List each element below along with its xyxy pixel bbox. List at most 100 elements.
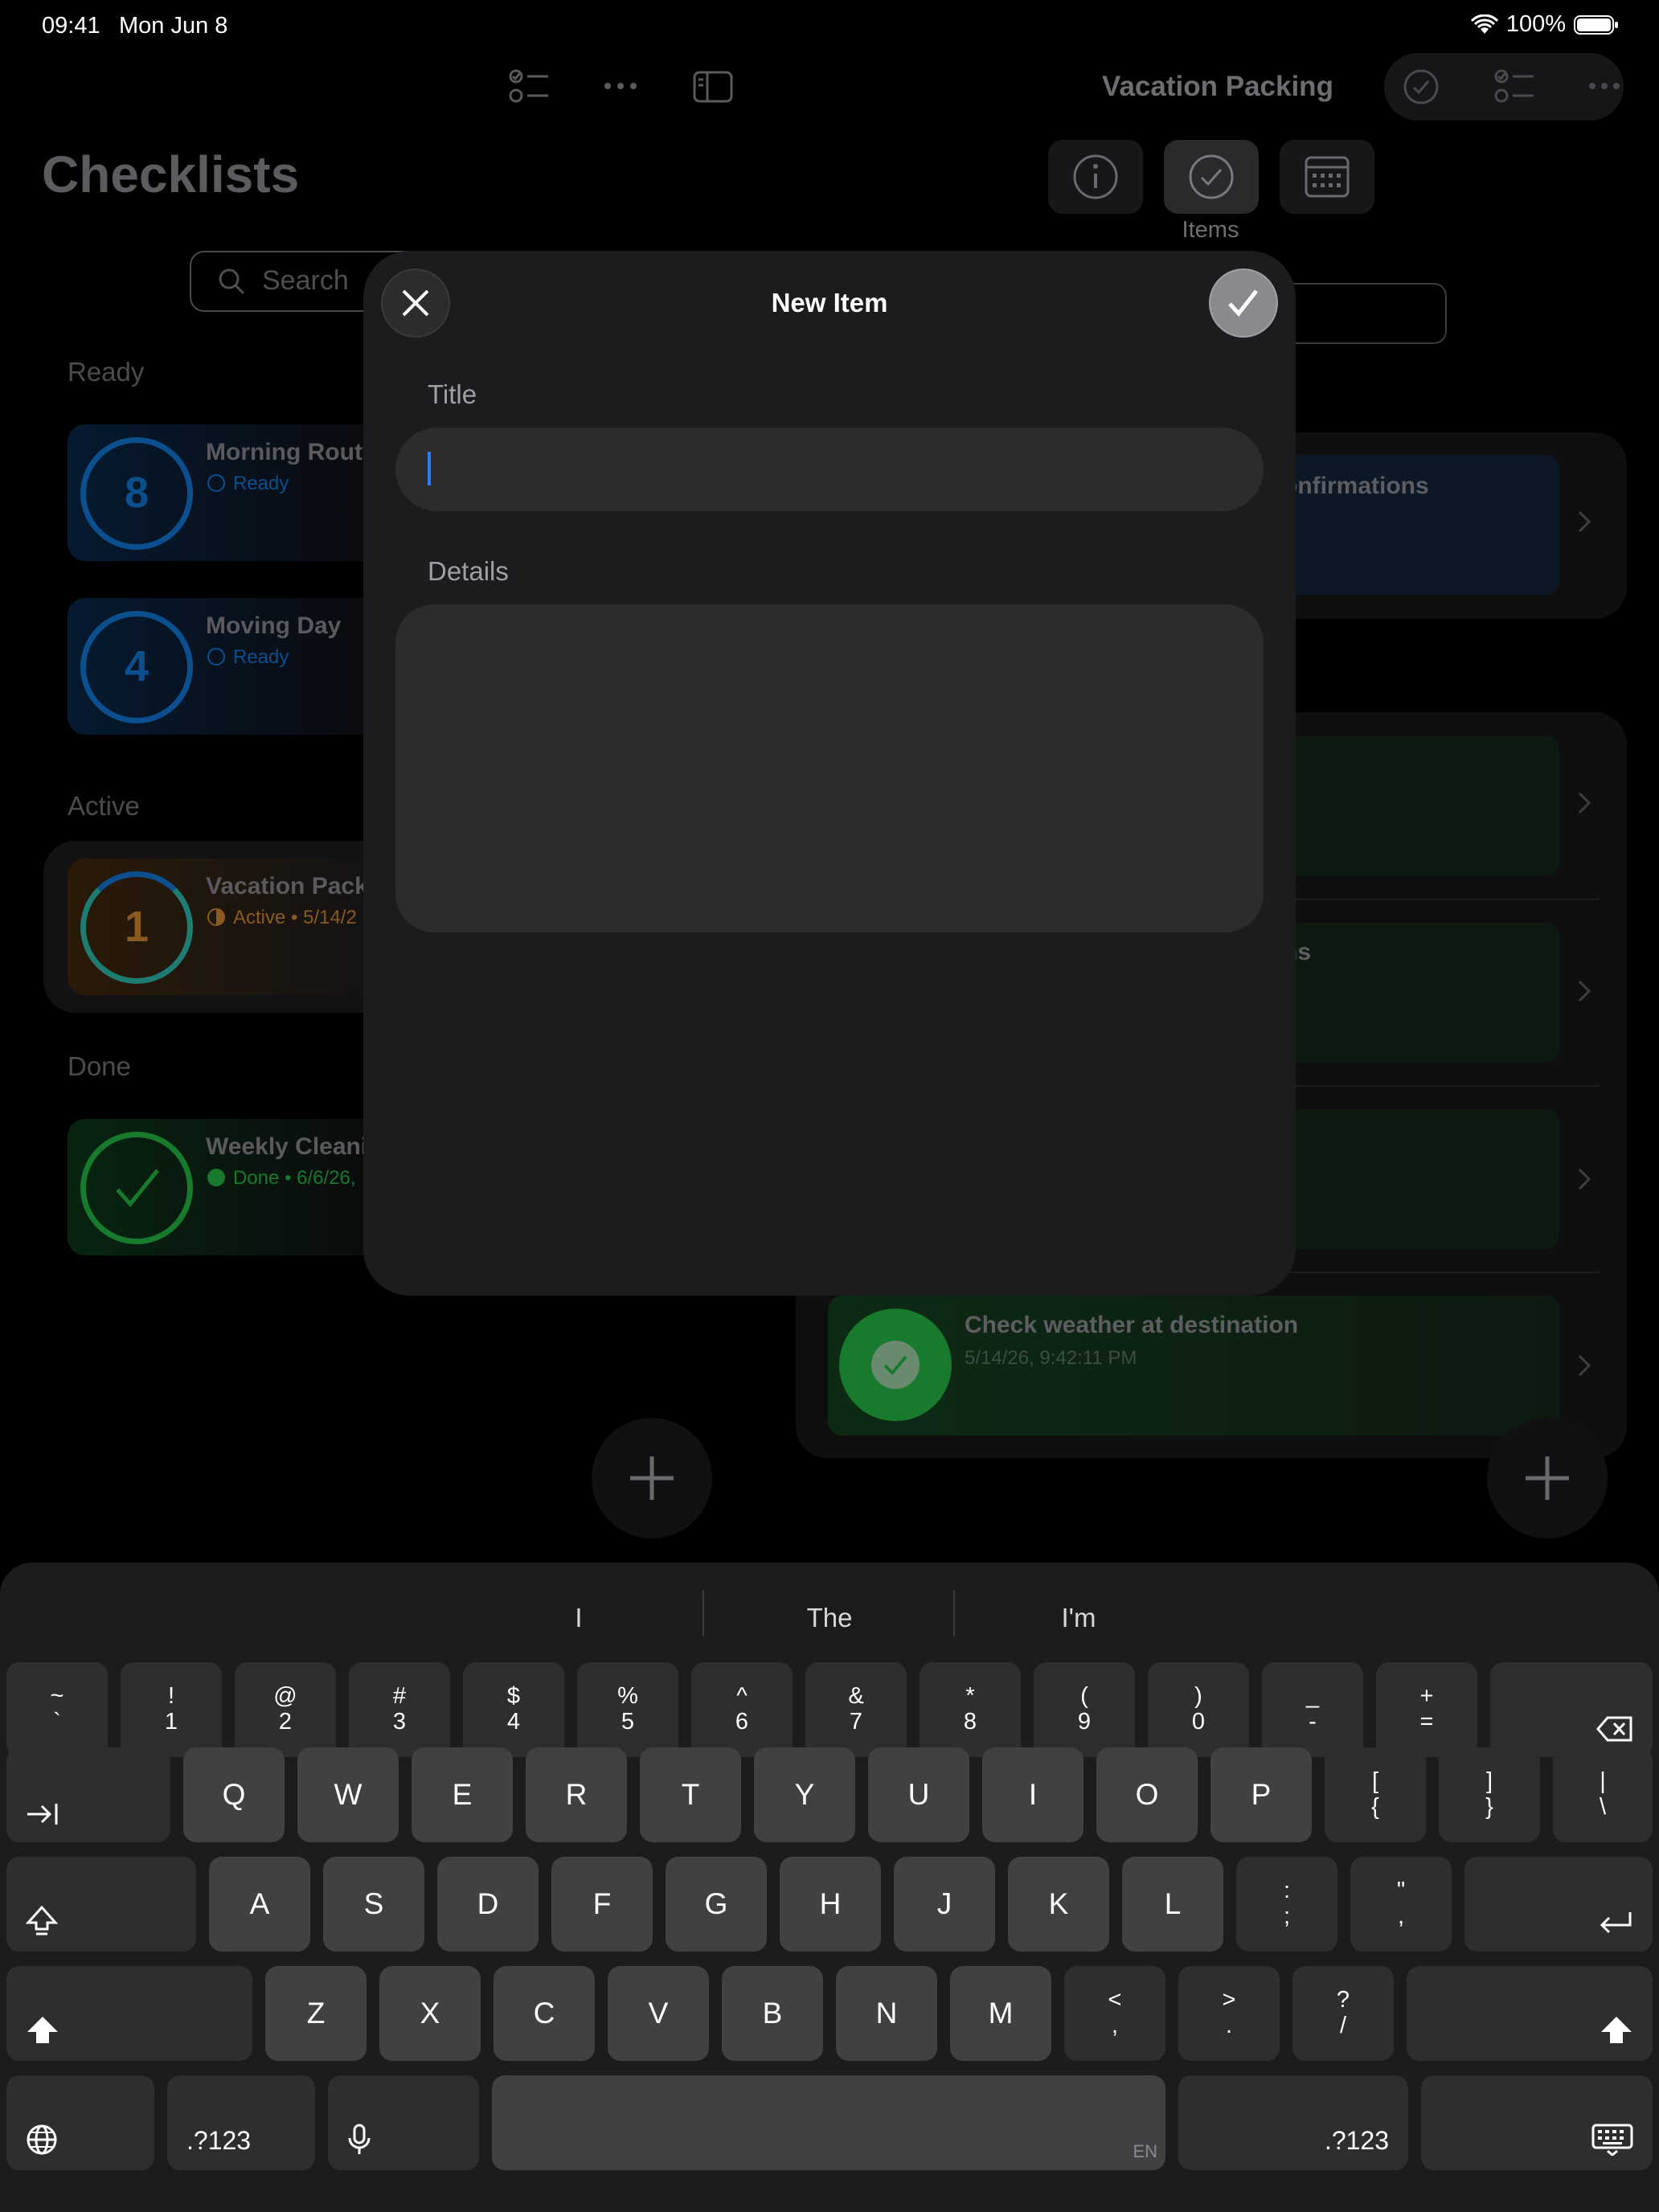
- tab-calendar[interactable]: [1280, 140, 1374, 214]
- key-v[interactable]: V: [608, 1966, 709, 2061]
- key-`[interactable]: ~ `: [6, 1662, 108, 1757]
- key-e[interactable]: E: [412, 1747, 513, 1842]
- space-bar[interactable]: EN: [492, 2075, 1165, 2170]
- key-2[interactable]: @2: [235, 1662, 336, 1757]
- key-l[interactable]: L: [1122, 1857, 1223, 1952]
- key-label: D: [477, 1887, 499, 1920]
- shift-key-right[interactable]: [1407, 1966, 1653, 2061]
- details-field[interactable]: [395, 604, 1264, 932]
- checklist-title: Weekly Cleani: [206, 1133, 368, 1160]
- section-ready: Ready: [68, 357, 145, 387]
- divider: [703, 1590, 704, 1636]
- key-c[interactable]: C: [494, 1966, 595, 2061]
- checkmark-circle-icon[interactable]: [1402, 68, 1440, 106]
- keyboard-hide-icon: [1591, 2124, 1633, 2156]
- checklist-title: Vacation Pack: [206, 873, 368, 899]
- key-punct-0[interactable]: :;: [1236, 1857, 1337, 1952]
- key-a[interactable]: A: [209, 1857, 310, 1952]
- key-p[interactable]: P: [1210, 1747, 1312, 1842]
- key-7[interactable]: & 7: [805, 1662, 907, 1757]
- key-8[interactable]: * 8: [920, 1662, 1021, 1757]
- key-6[interactable]: ^ 6: [691, 1662, 793, 1757]
- plus-icon: [1526, 1456, 1569, 1500]
- key-z[interactable]: Z: [265, 1966, 367, 2061]
- key-f[interactable]: F: [551, 1857, 653, 1952]
- key-bracket-1[interactable]: ]}: [1439, 1747, 1540, 1842]
- numbers-key-left[interactable]: .?123: [167, 2075, 315, 2170]
- suggestion[interactable]: I: [498, 1591, 659, 1645]
- key-=[interactable]: + =: [1376, 1662, 1477, 1757]
- key-q[interactable]: Q: [183, 1747, 285, 1842]
- key-label: J: [936, 1887, 952, 1920]
- dictation-key[interactable]: [328, 2075, 479, 2170]
- key-o[interactable]: O: [1096, 1747, 1198, 1842]
- key-x[interactable]: X: [379, 1966, 481, 2061]
- shift-key-left[interactable]: [6, 1966, 252, 2061]
- key-n[interactable]: N: [836, 1966, 937, 2061]
- key-u[interactable]: U: [868, 1747, 969, 1842]
- key-0[interactable]: ) 0: [1148, 1662, 1249, 1757]
- key--[interactable]: _ -: [1262, 1662, 1363, 1757]
- checklist-icon-right[interactable]: [1493, 68, 1537, 104]
- sidebar-toggle-icon[interactable]: [693, 71, 733, 103]
- title-field[interactable]: [395, 428, 1264, 511]
- add-item-button[interactable]: [1487, 1418, 1608, 1538]
- key-punct-z-1[interactable]: >.: [1178, 1966, 1280, 2061]
- key-label: Z: [306, 1997, 326, 2030]
- key-label: {: [1371, 1794, 1379, 1820]
- key-bracket-0[interactable]: [{: [1325, 1747, 1426, 1842]
- key-4[interactable]: $4: [463, 1662, 564, 1757]
- key-w[interactable]: W: [297, 1747, 399, 1842]
- key-5[interactable]: % 5: [577, 1662, 678, 1757]
- key-t[interactable]: T: [640, 1747, 741, 1842]
- key-label: N: [875, 1997, 898, 2030]
- tab-info[interactable]: [1048, 140, 1143, 214]
- delete-key[interactable]: [1490, 1662, 1653, 1757]
- caps-lock-key[interactable]: [6, 1857, 196, 1952]
- suggestion[interactable]: I'm: [998, 1591, 1159, 1645]
- key-punct-1[interactable]: ",: [1350, 1857, 1452, 1952]
- key-3[interactable]: #3: [349, 1662, 450, 1757]
- tab-items[interactable]: [1164, 140, 1259, 214]
- key-b[interactable]: B: [722, 1966, 823, 2061]
- add-checklist-button[interactable]: [592, 1418, 712, 1538]
- key-s[interactable]: S: [323, 1857, 424, 1952]
- return-icon: [1598, 1910, 1633, 1937]
- tab-key[interactable]: [6, 1747, 170, 1842]
- key-k[interactable]: K: [1008, 1857, 1109, 1952]
- item-count: 8: [124, 469, 150, 517]
- item-count: 4: [124, 642, 150, 690]
- key-m[interactable]: M: [950, 1966, 1051, 2061]
- battery-icon: [1574, 14, 1619, 35]
- suggestion[interactable]: The: [749, 1591, 910, 1645]
- return-key[interactable]: [1464, 1857, 1653, 1952]
- key-j[interactable]: J: [894, 1857, 995, 1952]
- key-i[interactable]: I: [982, 1747, 1083, 1842]
- key-d[interactable]: D: [437, 1857, 539, 1952]
- key-label: M: [988, 1997, 1014, 2030]
- key-label: ,: [1397, 1903, 1405, 1929]
- globe-key[interactable]: [6, 2075, 154, 2170]
- key-shift-label: [: [1371, 1768, 1379, 1795]
- key-y[interactable]: Y: [754, 1747, 855, 1842]
- status-right: 100%: [1470, 11, 1619, 38]
- key-1[interactable]: ! 1: [121, 1662, 222, 1757]
- key-r[interactable]: R: [526, 1747, 627, 1842]
- key-label: A: [249, 1887, 270, 1920]
- confirm-button[interactable]: [1209, 268, 1278, 338]
- key-bracket-2[interactable]: | \: [1553, 1747, 1653, 1842]
- key-punct-z-2[interactable]: ? /: [1292, 1966, 1394, 2061]
- hide-keyboard-key[interactable]: [1421, 2075, 1653, 2170]
- key-label: G: [704, 1887, 728, 1920]
- close-button[interactable]: [381, 268, 450, 338]
- key-h[interactable]: H: [780, 1857, 881, 1952]
- checklist-icon[interactable]: [508, 68, 551, 104]
- key-labels: ~ `: [51, 1683, 64, 1735]
- key-punct-z-0[interactable]: <,: [1064, 1966, 1165, 2061]
- key-9[interactable]: (9: [1034, 1662, 1135, 1757]
- more-icon-right[interactable]: [1588, 80, 1620, 92]
- numbers-key-right[interactable]: .?123: [1178, 2075, 1408, 2170]
- key-label: .?123: [186, 2126, 252, 2155]
- more-icon[interactable]: [603, 80, 638, 92]
- key-g[interactable]: G: [666, 1857, 767, 1952]
